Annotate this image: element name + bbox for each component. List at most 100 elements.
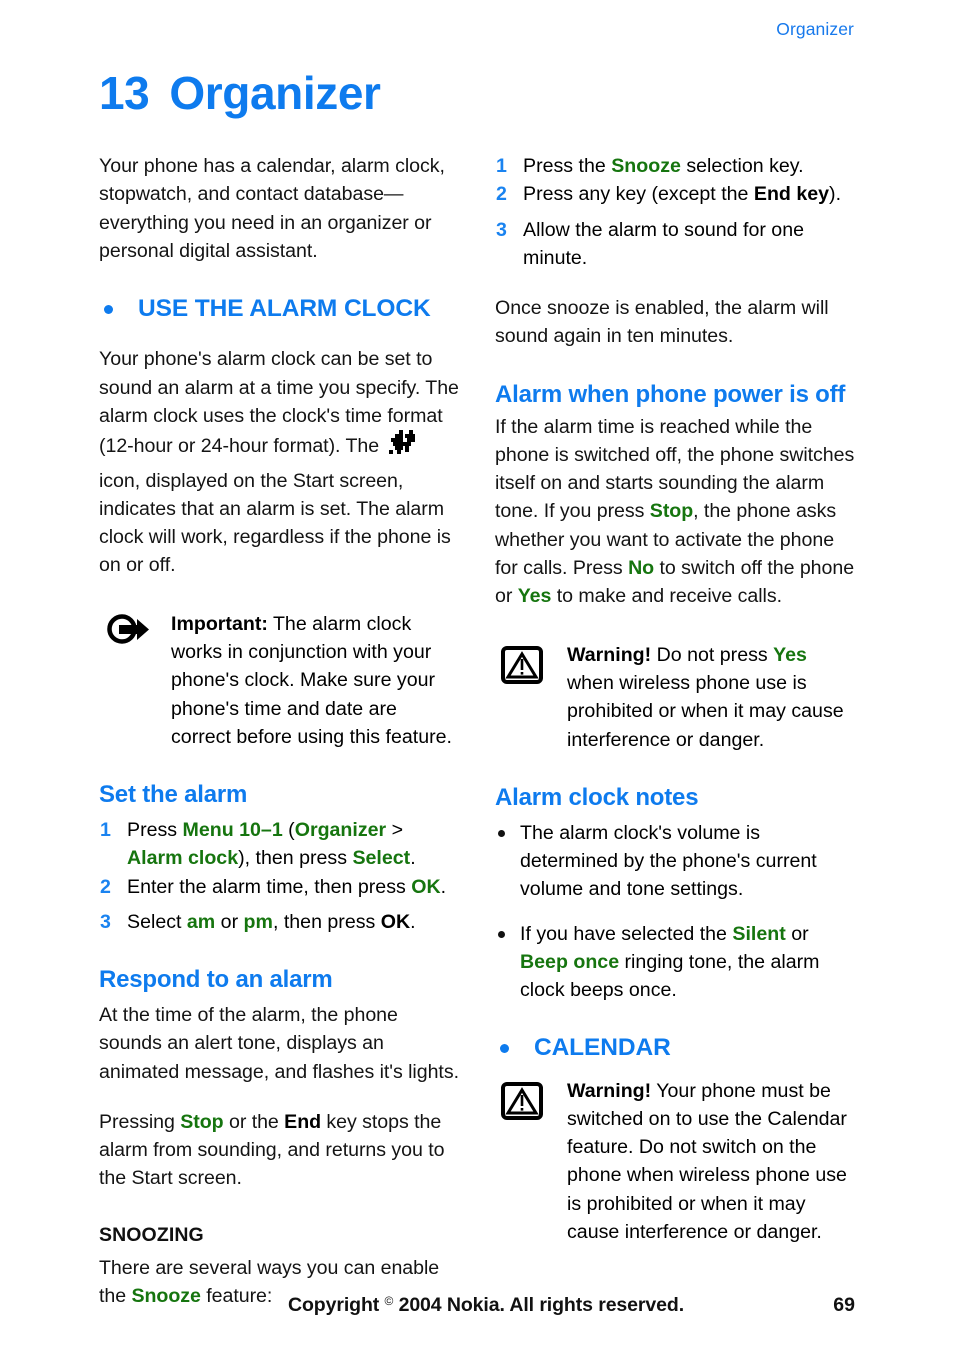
important-note-text: Important: The alarm clock works in conj… (171, 610, 461, 751)
text-run: or (785, 922, 809, 945)
emphasis-term: End key (753, 183, 830, 206)
alarm-clock-description: Your phone's alarm clock can be set to s… (99, 345, 461, 579)
copyright-notice: Copyright © 2004 Nokia. All rights reser… (288, 1294, 684, 1317)
text-run: If you have selected the (520, 922, 733, 945)
ui-term: Select (352, 847, 411, 870)
respond-paragraph-b: Pressing Stop or the End key stops the a… (99, 1108, 461, 1193)
set-alarm-steps: 1 Press Menu 10–1 (Organizer > Alarm cloc… (99, 816, 461, 936)
ui-term: Silent (732, 922, 786, 945)
emphasis-term: End (284, 1110, 322, 1133)
ui-term: Stop (649, 500, 694, 523)
copyright-pre: Copyright (288, 1294, 385, 1316)
step-text: Enter the alarm time, then press OK. (127, 876, 446, 898)
step-text: Press the Snooze selection key. (523, 155, 804, 177)
text-run: > (386, 819, 404, 842)
numbered-step: 3 Select am or pm, then press OK. (99, 908, 461, 936)
text-run: or the (223, 1110, 285, 1133)
section-heading-label: CALENDAR (534, 1034, 671, 1062)
step-text: Select am or pm, then press OK. (127, 911, 416, 933)
warning-label: Warning! (567, 643, 652, 666)
bullet-icon (104, 305, 113, 315)
snooze-after-paragraph: Once snooze is enabled, the alarm will s… (495, 297, 829, 348)
page-number: 69 (833, 1294, 855, 1316)
alarm-clock-notes-list: The alarm clock's volume is determined b… (495, 819, 857, 1005)
warning-triangle-icon (500, 1077, 548, 1126)
subheading-snoozing: SNOOZING (99, 1223, 204, 1246)
warning-note-yes: Warning! Do not press Yes when wireless … (495, 641, 857, 754)
text-run: . (440, 875, 447, 898)
warning-triangle-icon (500, 641, 548, 690)
step-number: 1 (100, 819, 111, 842)
text-run: Select (127, 910, 187, 933)
numbered-step: 2 Enter the alarm time, then press OK. (99, 873, 461, 901)
ui-term: Snooze (611, 155, 681, 177)
list-item: If you have selected the Silent or Beep … (495, 920, 857, 1005)
ui-term: Alarm clock (127, 847, 239, 870)
step-number: 2 (496, 183, 507, 206)
text-run: Press any key (except the (523, 183, 754, 206)
list-item: The alarm clock's volume is determined b… (495, 819, 857, 904)
numbered-step: 1 Press Menu 10–1 (Organizer > Alarm cloc… (99, 816, 461, 873)
snooze-steps: 1 Press the Snooze selection key. 2 Press a… (495, 152, 857, 272)
text-run: . (410, 847, 416, 870)
text-run: or (215, 910, 244, 933)
warning-note-calendar-text: Warning! Your phone must be switched on … (567, 1077, 857, 1247)
text-run: , then press (272, 910, 381, 933)
warning-text: Your phone must be switched on to use th… (567, 1079, 847, 1244)
ui-term: Beep once (520, 950, 620, 973)
running-header: Organizer (776, 19, 854, 39)
emphasis-term: OK (380, 910, 411, 933)
text-run: . (410, 910, 416, 933)
bullet-icon (498, 930, 505, 938)
text-run: Press (127, 819, 183, 842)
text-run: Allow the alarm to sound for one minute. (523, 218, 804, 269)
page-footer: Copyright © 2004 Nokia. All rights reser… (0, 1294, 954, 1320)
warning-label: Warning! (567, 1079, 652, 1102)
ui-term: Menu 10–1 (182, 819, 283, 842)
step-text: Press any key (except the End key). (523, 183, 841, 205)
step-number: 3 (100, 910, 111, 933)
warning-note-yes-text: Warning! Do not press Yes when wireless … (567, 641, 857, 754)
manual-page: Organizer 13 Organizer Your phone has a c… (0, 0, 954, 1353)
text-run: Do not press (651, 643, 774, 666)
intro-paragraph: Your phone has a calendar, alarm clock, … (99, 155, 445, 262)
page-title: 13 Organizer (99, 70, 381, 116)
list-item-text: The alarm clock's volume is determined b… (520, 822, 817, 901)
alarm-clock-bitmap-icon (385, 430, 419, 466)
power-off-paragraph: If the alarm time is reached while the p… (495, 413, 857, 611)
bullet-icon (498, 829, 505, 837)
step-number: 1 (496, 155, 507, 177)
text-run: Enter the alarm time, then press (127, 875, 412, 898)
text-run: when wireless phone use is prohibited or… (567, 671, 844, 751)
section-heading-calendar: CALENDAR (495, 1034, 857, 1062)
ui-term: Yes (517, 585, 552, 608)
step-number: 2 (100, 875, 111, 898)
step-text: Press Menu 10–1 (Organizer > Alarm clock… (127, 819, 416, 869)
subheading-respond-to-an-alarm: Respond to an alarm (99, 966, 333, 994)
ui-term: Organizer (294, 819, 387, 842)
numbered-step: 2 Press any key (except the End key). (495, 180, 857, 208)
text-run: Press the (523, 155, 612, 177)
text-run: Pressing (99, 1110, 181, 1133)
left-column: Your phone has a calendar, alarm clock, … (99, 152, 461, 1311)
list-item-text: If you have selected the Silent or Beep … (520, 923, 820, 1002)
copyright-post: 2004 Nokia. All rights reserved. (393, 1294, 685, 1316)
numbered-step: 1 Press the Snooze selection key. (495, 152, 857, 180)
right-column: 1 Press the Snooze selection key. 2 Press a… (495, 152, 857, 1246)
text-run: ), then press (238, 847, 353, 870)
step-number: 3 (496, 218, 507, 241)
text-run: ). (829, 183, 842, 206)
subheading-alarm-clock-notes: Alarm clock notes (495, 783, 699, 811)
chapter-number: 13 (99, 67, 150, 119)
step-text: Allow the alarm to sound for one minute. (523, 219, 804, 269)
copyright-symbol: © (384, 1294, 394, 1308)
text-run: ( (282, 819, 295, 842)
chapter-name: Organizer (169, 67, 381, 119)
important-label: Important: (171, 612, 268, 635)
ui-term: pm (243, 910, 273, 933)
important-arrow-icon (104, 610, 152, 655)
alarm-desc-part-b: icon, displayed on the Start screen, ind… (99, 469, 451, 577)
text-run: selection key. (680, 155, 804, 177)
section-heading-use-the-alarm-clock: USE THE ALARM CLOCK (99, 295, 461, 323)
ui-term: Stop (180, 1110, 224, 1133)
